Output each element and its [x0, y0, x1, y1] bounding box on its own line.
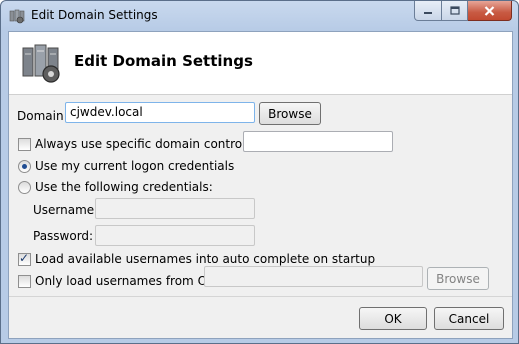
ou-label: Only load usernames from OU: — [35, 274, 220, 288]
dialog-window: Edit Domain Settings Edit Domain Setting… — [0, 0, 519, 344]
ou-input[interactable] — [204, 266, 423, 287]
radio-selected-dot — [22, 164, 27, 169]
minimize-icon — [424, 11, 432, 14]
following-credentials-label: Use the following credentials: — [35, 180, 213, 194]
dialog-header: Edit Domain Settings — [9, 32, 512, 95]
domain-controller-input[interactable] — [243, 131, 393, 152]
title-bar[interactable]: Edit Domain Settings — [1, 1, 518, 31]
domain-browse-button[interactable]: Browse — [259, 102, 321, 125]
specific-dc-checkbox[interactable] — [18, 138, 31, 151]
password-label: Password: — [33, 229, 94, 243]
header-title: Edit Domain Settings — [74, 52, 253, 70]
username-label: Username: — [33, 203, 99, 217]
checkmark-icon: ✓ — [19, 251, 30, 265]
domain-label: Domain: — [17, 109, 68, 123]
domain-settings-icon — [9, 9, 25, 24]
footer-separator — [9, 296, 512, 297]
window-title: Edit Domain Settings — [31, 8, 158, 22]
domain-input[interactable]: cjwdev.local — [65, 102, 255, 123]
maximize-button[interactable] — [442, 1, 468, 21]
ok-button[interactable]: OK — [359, 307, 427, 330]
current-credentials-radio[interactable] — [18, 160, 31, 173]
domain-servers-icon — [22, 44, 60, 83]
close-icon — [484, 5, 495, 16]
minimize-button[interactable] — [414, 1, 442, 21]
ou-browse-button[interactable]: Browse — [427, 267, 489, 290]
autocomplete-checkbox[interactable]: ✓ — [18, 251, 31, 266]
following-credentials-radio[interactable] — [18, 181, 31, 194]
dialog-client-area: Edit Domain Settings Domain: cjwdev.loca… — [8, 31, 513, 339]
username-input[interactable] — [95, 198, 255, 219]
maximize-icon — [449, 6, 460, 15]
close-button[interactable] — [468, 1, 512, 21]
ou-checkbox[interactable] — [18, 275, 31, 288]
password-input[interactable] — [95, 225, 255, 246]
cancel-button[interactable]: Cancel — [434, 307, 504, 330]
caption-buttons — [414, 1, 512, 21]
current-credentials-label: Use my current logon credentials — [35, 159, 235, 173]
specific-dc-label: Always use specific domain controller: — [35, 137, 265, 151]
autocomplete-label: Load available usernames into auto compl… — [35, 252, 376, 266]
